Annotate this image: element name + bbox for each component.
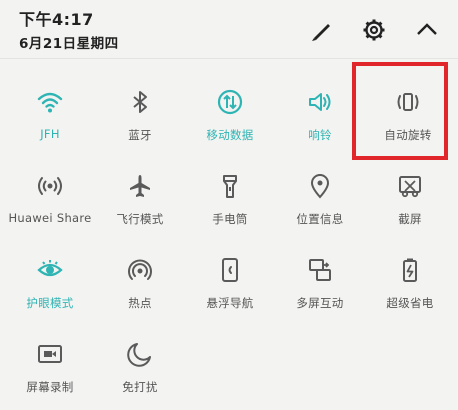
tile-label: 悬浮导航 (206, 296, 254, 310)
location-icon (306, 172, 334, 200)
tile-do-not-disturb[interactable]: 免打扰 (94, 340, 186, 410)
moon-icon (126, 340, 154, 368)
tile-label: 飞行模式 (116, 212, 164, 226)
screenshot-icon (396, 172, 424, 200)
tile-screen-record[interactable]: 屏幕录制 (4, 340, 96, 410)
tile-label: JFH (40, 127, 60, 141)
speaker-icon (306, 88, 334, 116)
tile-bluetooth[interactable]: 蓝牙 (94, 88, 186, 158)
pencil-icon (312, 24, 330, 41)
status-date: 6月21日星期四 (19, 36, 119, 52)
tile-label: Huawei Share (8, 211, 92, 225)
tile-eye-comfort[interactable]: 护眼模式 (4, 256, 96, 326)
settings-button[interactable] (358, 14, 390, 46)
tile-flashlight[interactable]: 手电筒 (184, 172, 276, 242)
tile-airplane-mode[interactable]: 飞行模式 (94, 172, 186, 242)
hotspot-icon (126, 256, 154, 284)
multi-screen-icon (306, 256, 334, 284)
tile-label: 移动数据 (206, 128, 254, 142)
tile-mobile-data[interactable]: 移动数据 (184, 88, 276, 158)
tile-multi-screen[interactable]: 多屏互动 (274, 256, 366, 326)
header-divider (0, 58, 458, 59)
gear-icon (363, 19, 385, 41)
tile-label: 免打扰 (122, 380, 158, 394)
collapse-button[interactable] (411, 14, 443, 46)
tile-label: 超级省电 (386, 296, 434, 310)
tile-label: 蓝牙 (128, 128, 152, 142)
mobile-data-icon (216, 88, 244, 116)
screen-record-icon (36, 340, 64, 368)
tile-screenshot[interactable]: 截屏 (364, 172, 456, 242)
flashlight-icon (216, 172, 244, 200)
tile-location[interactable]: 位置信息 (274, 172, 366, 242)
airplane-icon (126, 172, 154, 200)
tile-hotspot[interactable]: 热点 (94, 256, 186, 326)
tile-battery-saver[interactable]: 超级省电 (364, 256, 456, 326)
bluetooth-icon (126, 88, 154, 116)
floating-nav-icon (216, 256, 244, 284)
chevron-up-icon (417, 23, 437, 35)
highlight-box (352, 62, 448, 160)
tile-floating-nav[interactable]: 悬浮导航 (184, 256, 276, 326)
tile-label: 屏幕录制 (26, 380, 74, 394)
tile-wifi[interactable]: JFH (4, 88, 96, 158)
tile-label: 位置信息 (296, 212, 344, 226)
tile-huawei-share[interactable]: Huawei Share (4, 172, 96, 242)
huawei-share-icon (36, 172, 64, 200)
tile-label: 多屏互动 (296, 296, 344, 310)
tile-label: 手电筒 (212, 212, 248, 226)
tile-label: 护眼模式 (26, 296, 74, 310)
battery-saver-icon (396, 256, 424, 284)
tile-label: 热点 (128, 296, 152, 310)
edit-button[interactable] (306, 14, 338, 46)
wifi-icon (36, 88, 64, 116)
tile-label: 响铃 (308, 128, 332, 142)
eye-icon (36, 256, 64, 284)
status-time: 下午4:17 (19, 10, 94, 29)
tile-label: 截屏 (398, 212, 422, 226)
